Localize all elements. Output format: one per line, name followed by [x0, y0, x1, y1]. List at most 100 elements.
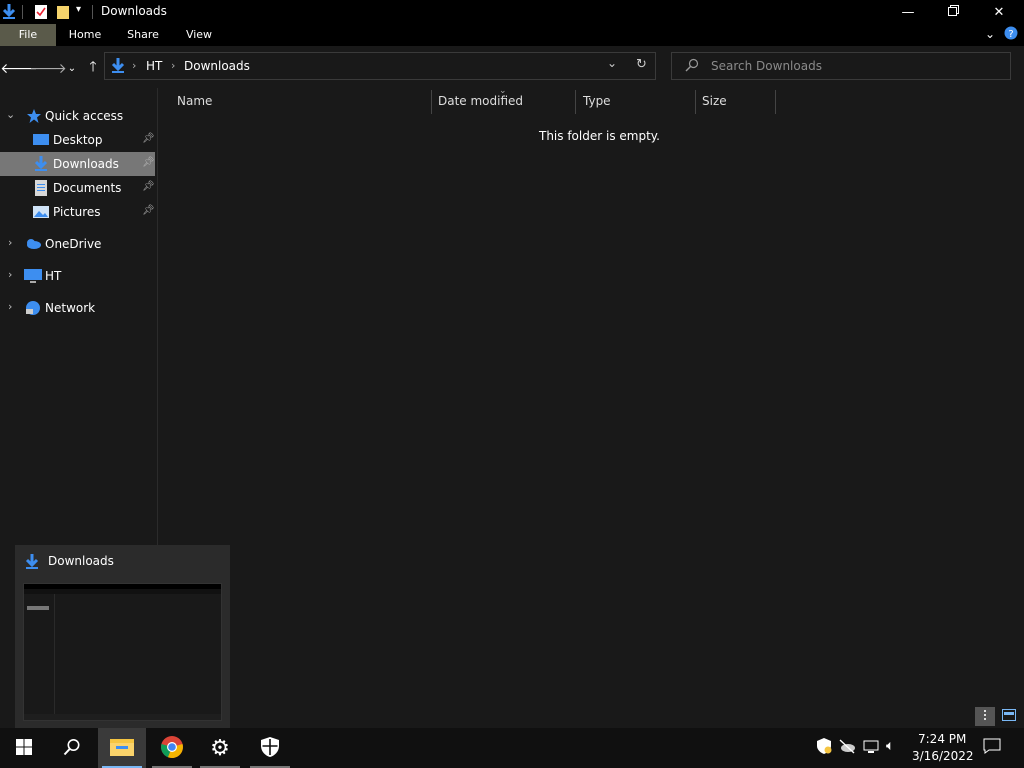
svg-text:?: ?	[1008, 29, 1013, 40]
nav-label: Pictures	[53, 205, 101, 219]
security-tray-icon[interactable]	[816, 738, 832, 757]
expand-ribbon-icon[interactable]: ⌄	[985, 27, 995, 41]
chevron-right-icon[interactable]: ›	[8, 236, 12, 249]
search-icon	[685, 58, 699, 75]
nav-label: OneDrive	[45, 237, 102, 251]
computer-icon	[24, 268, 42, 284]
close-icon: ✕	[993, 4, 1005, 20]
help-icon[interactable]: ?	[1004, 26, 1018, 43]
minimize-icon: —	[901, 4, 915, 20]
column-header-name[interactable]: Name	[177, 94, 212, 108]
nav-label: Documents	[53, 181, 122, 195]
folder-icon	[110, 737, 134, 760]
pin-icon[interactable]: 📌︎	[142, 205, 155, 216]
clock-time[interactable]: 7:24 PM	[918, 732, 966, 746]
pin-icon[interactable]: 📌︎	[142, 157, 155, 168]
search-icon	[63, 738, 81, 759]
large-icons-view-icon	[1002, 709, 1016, 724]
column-header-date-modified[interactable]: Date modified	[438, 94, 523, 108]
properties-icon[interactable]	[34, 4, 48, 23]
breadcrumb-ht[interactable]: HT	[146, 59, 162, 73]
nav-item-onedrive[interactable]: › OneDrive	[0, 232, 157, 256]
arrow-up-icon: 🡑	[89, 59, 97, 75]
documents-icon	[33, 180, 49, 196]
nav-item-network[interactable]: › Network	[0, 296, 157, 320]
navigation-bar: 🡐 🡒 ⌄ 🡑 › HT › Downloads ⌄ ↻ Search Down…	[0, 46, 1024, 88]
windows-logo-icon	[16, 738, 32, 758]
desktop-icon	[33, 132, 49, 148]
refresh-icon[interactable]: ↻	[636, 57, 647, 72]
onedrive-offline-icon[interactable]	[838, 738, 856, 757]
clock-date[interactable]: 3/16/2022	[912, 749, 974, 763]
nav-item-pictures[interactable]: Pictures 📌︎	[0, 200, 157, 224]
taskbar-chrome[interactable]	[148, 728, 196, 768]
nav-label: Quick access	[45, 109, 124, 123]
chevron-right-icon[interactable]: ›	[8, 268, 12, 281]
tab-home[interactable]: Home	[58, 24, 112, 46]
chevron-down-icon[interactable]: ⌄	[6, 108, 15, 121]
chevron-down-icon: ⌄	[67, 62, 77, 74]
pin-icon[interactable]: 📌︎	[142, 181, 155, 192]
start-button[interactable]	[0, 728, 48, 768]
tab-file[interactable]: File	[0, 24, 56, 46]
gear-icon: ⚙	[210, 735, 230, 761]
pin-icon[interactable]: 📌︎	[142, 133, 155, 144]
nav-label: Network	[45, 301, 96, 315]
new-folder-icon[interactable]	[56, 4, 70, 23]
nav-item-downloads[interactable]: Downloads 📌︎	[0, 152, 155, 176]
file-list[interactable]: Name ⌄ Date modified Type Size This fold…	[158, 86, 1024, 705]
chevron-right-icon: ›	[132, 59, 137, 72]
nav-label: Downloads	[53, 157, 119, 171]
search-button[interactable]	[48, 728, 96, 768]
network-icon[interactable]	[863, 738, 879, 757]
nav-item-documents[interactable]: Documents 📌︎	[0, 176, 157, 200]
forward-button[interactable]: 🡒	[29, 58, 67, 78]
pictures-icon	[33, 204, 49, 220]
notification-icon[interactable]	[983, 738, 1001, 757]
star-icon	[26, 108, 42, 124]
taskbar-thumbnail[interactable]: Downloads	[15, 545, 230, 728]
breadcrumb-downloads[interactable]: Downloads	[184, 59, 250, 73]
nav-item-this-pc[interactable]: › HT	[0, 264, 157, 288]
tab-view[interactable]: View	[172, 24, 226, 46]
up-button[interactable]: 🡑	[83, 58, 103, 78]
search-box[interactable]: Search Downloads	[671, 52, 1011, 80]
taskbar-settings[interactable]: ⚙	[196, 728, 244, 768]
taskbar: ⚙ 🔈︎ 7:24 PM 3/16/2022	[0, 728, 1024, 768]
address-history-chevron-icon[interactable]: ⌄	[607, 56, 617, 70]
taskbar-file-explorer[interactable]	[98, 728, 146, 768]
column-header-type[interactable]: Type	[583, 94, 611, 108]
recent-locations-button[interactable]: ⌄	[62, 58, 82, 78]
downloads-icon	[25, 554, 39, 573]
shield-icon	[261, 736, 279, 760]
chrome-icon	[160, 735, 184, 762]
details-view-icon	[979, 709, 991, 724]
search-placeholder: Search Downloads	[711, 59, 822, 73]
thumbnail-title: Downloads	[48, 554, 114, 568]
network-icon	[24, 300, 40, 316]
nav-quick-access[interactable]: ⌄ Quick access	[0, 104, 157, 128]
customize-toolbar-icon[interactable]: ▾	[76, 4, 81, 15]
cloud-icon	[24, 236, 41, 252]
ribbon-tabs: File Home Share View ⌄ ?	[0, 24, 1024, 46]
column-header-size[interactable]: Size	[702, 94, 727, 108]
large-icons-view-button[interactable]	[999, 707, 1019, 726]
empty-folder-message: This folder is empty.	[539, 129, 660, 143]
details-view-button[interactable]	[975, 707, 995, 726]
chevron-right-icon[interactable]: ›	[8, 300, 12, 313]
volume-icon[interactable]: 🔈︎	[886, 738, 894, 754]
nav-label: HT	[45, 269, 62, 283]
thumbnail-preview[interactable]	[23, 583, 222, 721]
taskbar-security[interactable]	[246, 728, 294, 768]
nav-item-desktop[interactable]: Desktop 📌︎	[0, 128, 157, 152]
downloads-icon	[33, 156, 49, 172]
downloads-icon	[111, 58, 125, 77]
nav-label: Desktop	[53, 133, 103, 147]
close-button[interactable]: ✕	[976, 0, 1022, 24]
back-button[interactable]: 🡐	[0, 58, 38, 78]
restore-button[interactable]	[930, 0, 976, 24]
tab-share[interactable]: Share	[116, 24, 170, 46]
address-bar[interactable]: › HT › Downloads ⌄ ↻	[104, 52, 656, 80]
minimize-button[interactable]: —	[885, 0, 931, 24]
title-bar: ▾ Downloads — ✕	[0, 0, 1024, 24]
